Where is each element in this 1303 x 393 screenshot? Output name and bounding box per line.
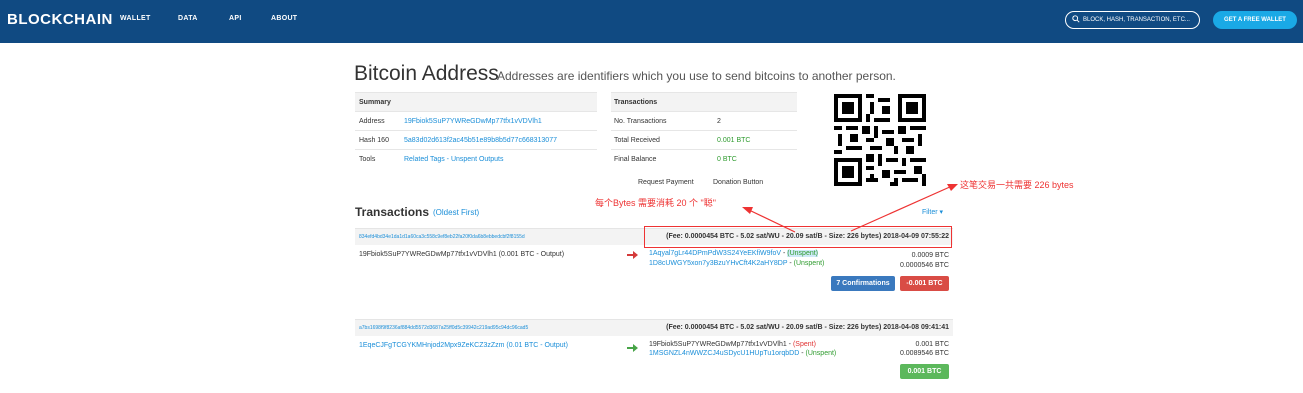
search-icon: [1072, 15, 1080, 23]
output-status: (Spent): [792, 341, 816, 348]
request-payment-link[interactable]: Request Payment: [638, 179, 694, 186]
summary-heading: Summary: [359, 99, 391, 106]
output-line-1: 19Fbiok5SuP7YWReGDwMp77tfx1vVDVlh1 - (Sp…: [649, 341, 816, 348]
output-status: (Unspent): [793, 260, 825, 267]
table-row: Address 19Fbiok5SuP7YWReGDwMp77tfx1vVDVl…: [355, 111, 597, 130]
tools-links[interactable]: Related Tags - Unspent Outputs: [404, 150, 503, 169]
output-status: (Unspent): [805, 350, 837, 357]
output-address[interactable]: 1D8cUWGY5xon7y3BzuYHvCft4K2aHY8DP: [649, 260, 787, 267]
output-address[interactable]: 1Aqyal7gLr44DPmPdW3S24YeEKfiW9foV: [649, 250, 781, 257]
output-line-1: 1Aqyal7gLr44DPmPdW3S24YeEKfiW9foV - (Uns…: [649, 250, 819, 257]
red-arrow-icon: [627, 251, 638, 259]
transactions-summary-header: Transactions: [611, 92, 797, 111]
output-amount: 0.0000546 BTC: [899, 262, 949, 269]
address-link[interactable]: 19Fbiok5SuP7YWReGDwMp77tfx1vVDVlh1: [404, 112, 542, 131]
annotation-size-note: 这笔交易一共需要 226 bytes: [960, 180, 1074, 190]
transaction-item: a7bs1698f9f8236af884dd5572d3687a25ff0d5c…: [355, 319, 953, 381]
output-amount: 0.0009 BTC: [911, 252, 949, 259]
nav-about[interactable]: ABOUT: [271, 15, 297, 22]
address-qr-code: [834, 94, 926, 186]
final-balance-value: 0 BTC: [717, 156, 737, 163]
blockchain-logo[interactable]: BLOCKCHAIN: [7, 11, 113, 28]
output-amount: 0.0089546 BTC: [899, 350, 949, 357]
transaction-meta: (Fee: 0.0000454 BTC - 5.02 sat/WU - 20.0…: [666, 324, 949, 331]
net-amount-button[interactable]: -0.001 BTC: [900, 276, 949, 291]
annotation-fee-note: 每个Bytes 需要消耗 20 个 "聪": [595, 198, 716, 208]
search-placeholder: BLOCK, HASH, TRANSACTION, ETC...: [1083, 17, 1190, 23]
nav-wallet[interactable]: WALLET: [120, 15, 151, 22]
page-subtitle: Addresses are identifiers which you use …: [497, 69, 896, 83]
output-amount: 0.001 BTC: [915, 341, 949, 348]
summary-header: Summary: [355, 92, 597, 111]
transactions-summary-heading: Transactions: [614, 99, 658, 106]
table-row: Tools Related Tags - Unspent Outputs: [355, 149, 597, 168]
nav-data[interactable]: DATA: [178, 15, 198, 22]
output-address: 19Fbiok5SuP7YWReGDwMp77tfx1vVDVlh1: [649, 341, 787, 348]
table-row: Final Balance 0 BTC: [611, 149, 797, 168]
output-line-2: 1D8cUWGY5xon7y3BzuYHvCft4K2aHY8DP - (Uns…: [649, 260, 825, 267]
transactions-heading: Transactions: [355, 205, 430, 219]
nav-api[interactable]: API: [229, 15, 242, 22]
total-received-value: 0.001 BTC: [717, 137, 751, 144]
output-address[interactable]: 1MSGNZL4nWWZCJ4uSDycU1HUpTu1orqbDD: [649, 350, 799, 357]
search-input[interactable]: BLOCK, HASH, TRANSACTION, ETC...: [1065, 11, 1200, 29]
transaction-hash-link[interactable]: 834efd4bd34e1da1d1a60ca3c558c9ef8eb22fa2…: [359, 234, 525, 240]
page-title: Bitcoin Address: [354, 62, 499, 85]
final-balance-label: Final Balance: [614, 156, 657, 163]
transactions-summary-table: Transactions No. Transactions 2 Total Re…: [611, 92, 797, 168]
oldest-first-link[interactable]: (Oldest First): [433, 208, 479, 217]
output-status: (Unspent): [787, 250, 819, 257]
net-amount-button[interactable]: 0.001 BTC: [900, 364, 949, 379]
table-row: No. Transactions 2: [611, 111, 797, 130]
hash160-label: Hash 160: [359, 137, 389, 144]
top-navigation-bar: BLOCKCHAIN WALLET DATA API ABOUT BLOCK, …: [0, 0, 1303, 43]
annotation-arrowhead-left: [742, 207, 753, 214]
address-label: Address: [359, 118, 385, 125]
total-received-label: Total Received: [614, 137, 660, 144]
summary-table: Summary Address 19Fbiok5SuP7YWReGDwMp77t…: [355, 92, 597, 168]
transaction-input[interactable]: 1EqeCJFgTCGYKMHnjod2Mpx9ZeKCZ3zZzm (0.01…: [359, 342, 568, 349]
output-line-2: 1MSGNZL4nWWZCJ4uSDycU1HUpTu1orqbDD - (Un…: [649, 350, 837, 357]
donation-button-link[interactable]: Donation Button: [713, 179, 763, 186]
transaction-input: 19Fbiok5SuP7YWReGDwMp77tfx1vVDVlh1 (0.00…: [359, 251, 565, 258]
tools-label: Tools: [359, 156, 376, 163]
no-transactions-label: No. Transactions: [614, 118, 667, 125]
table-row: Hash 160 5a83d02d613f2ac45b51e89b8b5d77c…: [355, 130, 597, 149]
get-free-wallet-button[interactable]: GET A FREE WALLET: [1213, 11, 1297, 29]
transaction-hash-link[interactable]: a7bs1698f9f8236af884dd5572d3687a25ff0d5c…: [359, 325, 528, 331]
hash160-link[interactable]: 5a83d02d613f2ac45b51e89b8b5d77c668313077: [404, 131, 557, 150]
transaction-header: a7bs1698f9f8236af884dd5572d3687a25ff0d5c…: [355, 319, 953, 336]
annotation-arrowhead-right: [947, 184, 958, 191]
table-row: Total Received 0.001 BTC: [611, 130, 797, 149]
filter-dropdown[interactable]: Filter ▾: [922, 208, 943, 216]
no-transactions-value: 2: [717, 118, 721, 125]
confirmations-button[interactable]: 7 Confirmations: [831, 276, 895, 291]
green-arrow-icon: [627, 344, 638, 352]
fee-highlight-box: [644, 226, 952, 248]
